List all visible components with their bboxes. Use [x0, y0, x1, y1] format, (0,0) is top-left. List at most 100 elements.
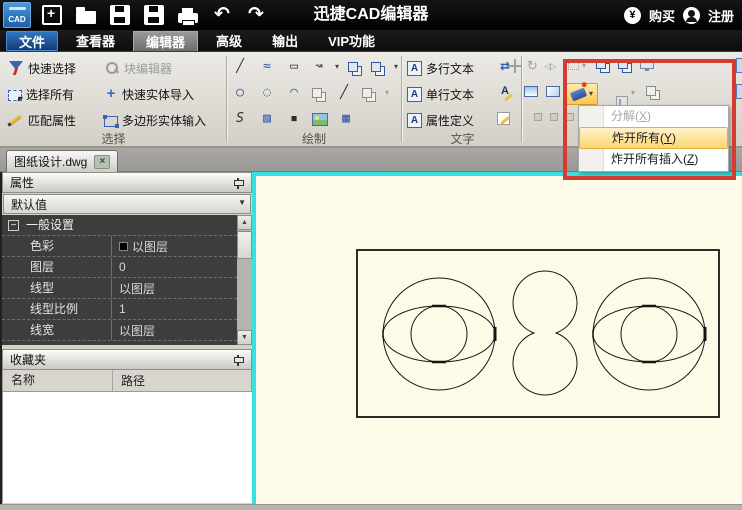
collapse-icon[interactable]: −	[8, 219, 19, 231]
explode-button[interactable]: ▾	[566, 83, 599, 105]
spline-icon[interactable]: S	[231, 110, 249, 128]
scrollbar[interactable]: ▲ ▼	[237, 215, 252, 345]
bottom-strip	[0, 504, 742, 510]
new-file-icon[interactable]	[42, 5, 62, 25]
pin-icon[interactable]	[233, 355, 244, 367]
polyline-caret-icon[interactable]: ▾	[335, 62, 339, 72]
copy-object-icon[interactable]	[312, 88, 322, 98]
region-caret-icon[interactable]: ▾	[394, 62, 398, 72]
preset-combo[interactable]: 默认值 ▼	[3, 194, 251, 214]
copy-stack-icon[interactable]	[596, 59, 606, 69]
cad-editor-window: CAD PDF ↶ ↷ 迅捷CAD编辑器 ¥ 购买 注册 文件 查看器 编辑器 …	[0, 0, 742, 510]
save-pdf-icon[interactable]: PDF	[144, 5, 164, 25]
revision-cloud-icon[interactable]	[546, 86, 560, 97]
menu-editor[interactable]: 编辑器	[133, 30, 199, 51]
menu-advanced[interactable]: 高级	[204, 31, 254, 51]
rectangle-icon[interactable]: ▭	[285, 58, 303, 76]
open-file-icon[interactable]	[76, 7, 96, 24]
polygon-entity-input-button[interactable]: 多边形实体输入	[103, 109, 206, 131]
squares-icon	[646, 86, 656, 96]
multiline-text-icon: A	[407, 60, 422, 76]
property-row-lineweight[interactable]: 线宽 以图层	[2, 320, 237, 341]
singleline-text-icon: A	[407, 86, 422, 102]
eye-shape-left	[382, 277, 497, 391]
polygon-entity-input-icon	[103, 114, 119, 128]
multiline-text-button[interactable]: A 多行文本	[407, 57, 474, 79]
ribbon-group-select: 快速选择 选择所有 匹配属性 块编辑器 + 快速实体导入 多边形实体输入 选择	[4, 52, 223, 148]
column-name[interactable]: 名称	[3, 370, 113, 391]
image-icon[interactable]	[312, 112, 328, 126]
property-section-row[interactable]: − 一般设置	[2, 215, 237, 236]
explode-caret-icon: ▾	[589, 89, 594, 98]
wipeout-icon[interactable]	[524, 86, 538, 97]
peanut-shape	[512, 270, 578, 396]
menu-file[interactable]: 文件	[6, 30, 59, 51]
favorites-columns: 名称 路径	[2, 370, 252, 392]
document-tab[interactable]: 图纸设计.dwg ×	[6, 150, 119, 172]
save-icon[interactable]	[110, 5, 130, 25]
line-icon[interactable]: ╱	[231, 58, 249, 76]
property-row-layer[interactable]: 图层 0	[2, 257, 237, 278]
freehand-icon[interactable]: ≈	[258, 58, 276, 76]
monitor-icon[interactable]	[640, 59, 654, 71]
cad-drawing	[356, 249, 720, 418]
ray-icon[interactable]: ╱	[335, 84, 353, 102]
insert-block-icon[interactable]	[348, 62, 359, 72]
favorites-list[interactable]	[2, 392, 252, 503]
rotate-icon: ↻	[527, 58, 538, 73]
menubar: 文件 查看器 编辑器 高级 输出 VIP功能	[0, 30, 742, 52]
singleline-text-button[interactable]: A 单行文本	[407, 83, 474, 105]
quick-select-icon	[8, 60, 24, 76]
property-row-color[interactable]: 色彩 以图层	[2, 236, 237, 257]
tab-label: 图纸设计.dwg	[14, 155, 88, 169]
menu-item-explode-all[interactable]: 炸开所有(Y)	[579, 127, 728, 149]
attribute-define-button[interactable]: A 属性定义	[407, 109, 474, 131]
array-caret-icon: ▾	[582, 61, 587, 70]
block-editor-button: 块编辑器	[104, 57, 172, 79]
menu-output[interactable]: 输出	[260, 31, 310, 51]
scroll-down-icon[interactable]: ▼	[237, 330, 252, 345]
property-grid: −一般设置 色彩 以图层 图层 0 线型 以图层 线型比例 1 线宽 以图层	[2, 215, 252, 345]
drawing-canvas[interactable]	[252, 172, 742, 504]
titlebar: CAD PDF ↶ ↷ 迅捷CAD编辑器 ¥ 购买 注册	[0, 0, 742, 30]
menu-vip[interactable]: VIP功能	[316, 31, 387, 51]
move-icon	[508, 59, 522, 73]
clipped-toolbar-icon	[736, 58, 742, 73]
arc-icon[interactable]: ◠	[285, 84, 303, 102]
group-label-draw: 绘制	[301, 132, 326, 146]
paste-icon[interactable]	[618, 59, 628, 69]
side-panel: 属性 默认值 ▼ − 一般设置 色彩 以图层 图层 0 线型 以图层 线型比例 …	[0, 172, 252, 510]
property-row-linetype[interactable]: 线型 以图层	[2, 278, 237, 299]
table-icon[interactable]: ▦	[337, 110, 355, 128]
select-all-button[interactable]: 选择所有	[8, 83, 74, 105]
scroll-thumb[interactable]	[237, 231, 252, 259]
circle-icon[interactable]: ○	[231, 84, 249, 102]
explode-dropdown-menu: 分解(X) 炸开所有(Y) 炸开所有插入(Z)	[578, 105, 729, 172]
region-icon[interactable]	[371, 62, 382, 72]
redo-icon[interactable]: ↷	[246, 5, 266, 25]
quick-select-button[interactable]: 快速选择	[8, 57, 76, 79]
polyline-icon[interactable]: ↝	[312, 58, 326, 76]
pin-icon[interactable]	[233, 178, 244, 190]
match-properties-button[interactable]: 匹配属性	[8, 109, 76, 131]
undo-icon[interactable]: ↶	[212, 5, 232, 25]
menu-viewer[interactable]: 查看器	[64, 31, 127, 51]
quick-entity-import-button[interactable]: + 快速实体导入	[104, 83, 194, 105]
tab-close-icon[interactable]: ×	[94, 154, 111, 169]
register-button[interactable]: 注册	[708, 6, 734, 25]
app-logo: CAD	[3, 2, 31, 28]
scale-caret-icon: ▾	[631, 88, 636, 97]
favorites-header: 收藏夹	[2, 349, 252, 370]
print-icon[interactable]	[178, 8, 198, 26]
property-row-linetype-scale[interactable]: 线型比例 1	[2, 299, 237, 320]
donut-icon[interactable]: ◌	[258, 84, 276, 102]
ribbon-divider	[401, 56, 402, 142]
hatch-icon[interactable]: ▨	[258, 110, 276, 128]
menu-item-explode-all-inserts[interactable]: 炸开所有插入(Z)	[579, 149, 728, 170]
explode-icon	[569, 87, 588, 101]
scroll-up-icon[interactable]: ▲	[237, 215, 252, 230]
column-path[interactable]: 路径	[113, 372, 145, 389]
point-icon[interactable]: ▪	[285, 110, 303, 128]
grip-option-icon	[534, 113, 542, 121]
buy-button[interactable]: 购买	[649, 6, 675, 25]
